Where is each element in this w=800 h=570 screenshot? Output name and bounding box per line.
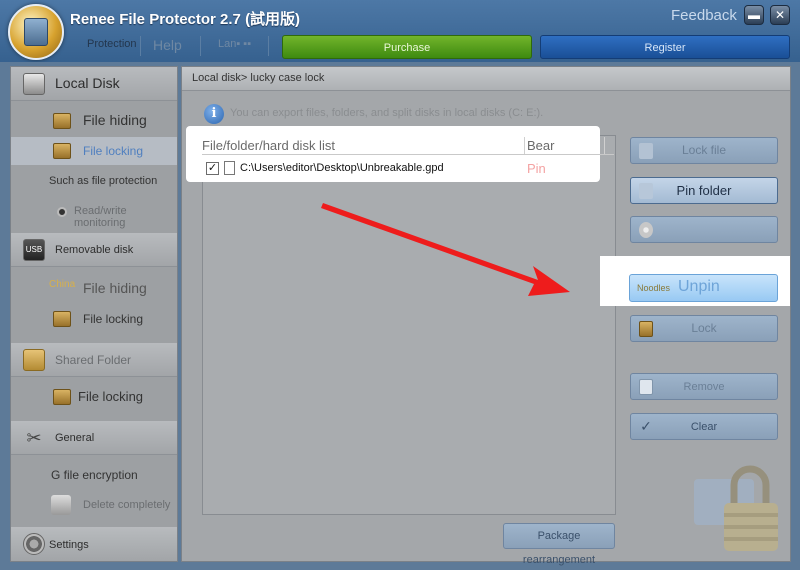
app-title: Renee File Protector 2.7 (試用版) xyxy=(70,11,301,28)
lock-icon xyxy=(53,311,71,327)
file-list[interactable] xyxy=(202,135,616,515)
unpin-icon: Noodles xyxy=(637,283,671,293)
purchase-button[interactable]: Purchase xyxy=(282,35,532,59)
remove-button[interactable]: Remove xyxy=(630,373,778,400)
column-divider xyxy=(524,137,525,154)
checkmark-icon: ✓ xyxy=(640,418,652,434)
feedback-link[interactable]: Feedback xyxy=(671,7,737,24)
app-logo-icon xyxy=(8,4,64,60)
sidebar-item-removable-file-locking[interactable]: File locking xyxy=(11,305,177,333)
lock-file-button[interactable]: Lock file xyxy=(630,137,778,164)
minimize-button[interactable]: ▬ xyxy=(744,5,764,25)
menu-divider xyxy=(140,36,141,56)
padlock-icon xyxy=(694,465,778,551)
close-button[interactable]: ✕ xyxy=(770,5,790,25)
row-checkbox[interactable]: ✓ xyxy=(206,162,219,175)
sidebar-item-label: File hiding xyxy=(83,280,147,296)
sidebar-header-general[interactable]: ✂ General xyxy=(11,421,177,455)
button-label: Unpin xyxy=(678,278,720,295)
sidebar-item-label: Read/write monitoring xyxy=(74,205,127,229)
lock-icon xyxy=(53,143,71,159)
sidebar-header-removable-disk[interactable]: USB Removable disk xyxy=(11,233,177,267)
table-row[interactable]: ✓ C:\Users\editor\Desktop\Unbreakable.gp… xyxy=(202,158,598,180)
sidebar-item-shared-file-locking[interactable]: File locking xyxy=(11,383,177,411)
button-label: Remove xyxy=(683,381,725,393)
menu-help[interactable]: Help xyxy=(153,37,182,53)
file-list-header: File/folder/hard disk list Bear xyxy=(202,137,614,155)
menu-language[interactable]: Lan▪ ▪▪ xyxy=(218,38,251,50)
shredder-icon xyxy=(51,495,71,515)
sidebar-item-label: File hiding xyxy=(83,112,147,128)
lock-icon xyxy=(639,321,653,337)
settings-button[interactable]: Settings xyxy=(11,527,177,561)
sidebar-item-label: File locking xyxy=(83,144,144,158)
lock-file-icon xyxy=(639,143,653,159)
register-button[interactable]: Register xyxy=(540,35,790,59)
button-label: Pin folder xyxy=(676,183,732,198)
tools-icon: ✂ xyxy=(26,428,42,448)
gear-icon xyxy=(23,533,45,555)
menu-divider xyxy=(200,36,201,56)
file-hiding-icon xyxy=(53,113,71,129)
row-status: Pin xyxy=(527,161,546,176)
sidebar-item-label: File locking xyxy=(83,312,144,326)
sidebar-header-label: Removable disk xyxy=(55,244,134,256)
sidebar-header-label: Shared Folder xyxy=(55,353,132,367)
hard-disk-icon xyxy=(23,73,45,95)
menu-divider xyxy=(268,36,269,56)
button-label: Lock xyxy=(691,321,717,335)
title-bar: Renee File Protector 2.7 (試用版) Feedback … xyxy=(0,0,800,62)
sidebar-header-label: General xyxy=(55,432,95,444)
menu-protection[interactable]: Protection xyxy=(87,38,137,50)
button-label: Package rearrangement xyxy=(522,530,596,566)
pin-folder-button[interactable]: Pin folder xyxy=(630,177,778,204)
sidebar-item-label: G file encryption xyxy=(51,468,138,482)
unpin-button[interactable]: Noodles Unpin xyxy=(629,274,778,302)
sidebar-header-label: Local Disk xyxy=(55,75,120,91)
button-label: Lock file xyxy=(681,143,727,157)
settings-label: Settings xyxy=(49,539,89,551)
column-header-path[interactable]: File/folder/hard disk list xyxy=(202,138,335,153)
disk-option-button[interactable] xyxy=(630,216,778,243)
sidebar-item-read-write-monitoring[interactable]: Read/write monitoring xyxy=(11,198,177,229)
sidebar-header-shared-folder[interactable]: Shared Folder xyxy=(11,343,177,377)
sidebar: Local Disk File hiding File locking Such… xyxy=(10,66,178,562)
sidebar-item-file-encryption[interactable]: G file encryption xyxy=(11,462,177,490)
monitor-icon xyxy=(57,207,67,217)
sidebar-item-label: File locking xyxy=(78,389,144,404)
column-header-status[interactable]: Bear xyxy=(527,138,554,153)
clear-button[interactable]: ✓ Clear xyxy=(630,413,778,440)
sidebar-item-delete-completely[interactable]: Delete completely xyxy=(11,492,177,520)
sidebar-item-file-protection[interactable]: Such as file protection xyxy=(11,168,177,196)
sidebar-header-local-disk[interactable]: Local Disk xyxy=(11,67,177,101)
info-text: You can export files, folders, and split… xyxy=(230,107,544,119)
lock-button[interactable]: Lock xyxy=(630,315,778,342)
button-label: Clear xyxy=(690,421,718,433)
disk-icon xyxy=(639,222,653,238)
sidebar-item-label: Such as file protection xyxy=(49,175,158,187)
package-rearrangement-button[interactable]: Package rearrangement xyxy=(503,523,615,566)
breadcrumb: Local disk> lucky case lock xyxy=(182,67,790,91)
column-divider xyxy=(604,137,605,154)
info-icon: i xyxy=(204,104,224,124)
file-icon xyxy=(224,161,235,175)
sidebar-item-removable-file-hiding[interactable]: China File hiding xyxy=(11,275,177,303)
usb-icon: USB xyxy=(23,239,45,261)
sidebar-item-local-file-locking[interactable]: File locking xyxy=(11,137,177,165)
pin-folder-icon xyxy=(639,183,653,199)
folder-icon xyxy=(23,349,45,371)
document-icon xyxy=(639,379,653,395)
sidebar-item-local-file-hiding[interactable]: File hiding xyxy=(11,107,177,135)
row-path: C:\Users\editor\Desktop\Unbreakable.gpd xyxy=(240,162,444,174)
file-hiding-icon: China xyxy=(49,279,76,290)
lock-icon xyxy=(53,389,71,405)
sidebar-item-label: Delete completely xyxy=(83,499,171,511)
